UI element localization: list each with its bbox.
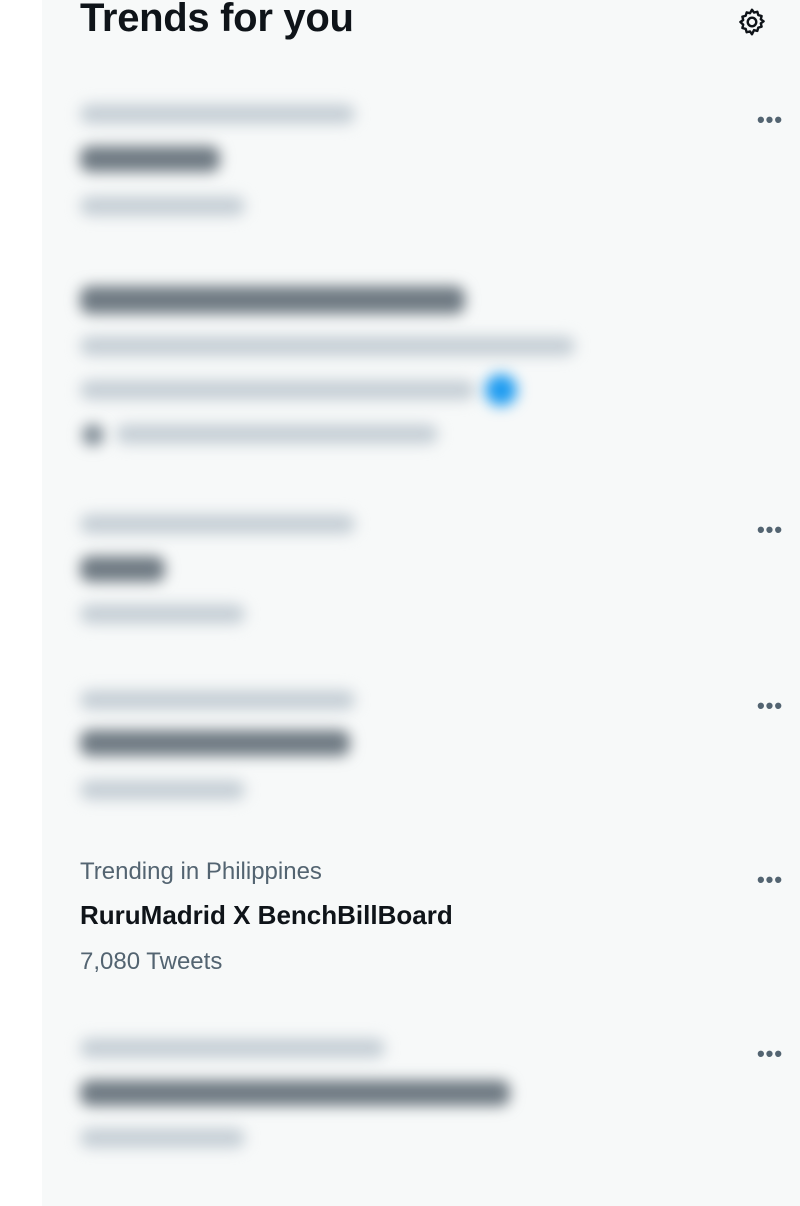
- blurred-promoted-badge: [82, 424, 104, 446]
- blurred-trend-meta: [80, 1038, 385, 1058]
- blurred-trend-title: [80, 146, 220, 172]
- more-options-button[interactable]: •••: [750, 694, 790, 718]
- blurred-trend-meta: [80, 514, 355, 534]
- trends-header: Trends for you: [80, 0, 765, 44]
- blurred-trend-count: [80, 604, 245, 624]
- blurred-promoted-line-2: [80, 380, 475, 400]
- blurred-trend-count: [80, 1128, 245, 1148]
- blurred-trend-meta: [80, 690, 355, 710]
- more-options-button[interactable]: •••: [750, 518, 790, 542]
- trend-item-ruru-madrid[interactable]: Trending in Philippines RuruMadrid X Ben…: [80, 854, 782, 984]
- trend-item-blurred-2[interactable]: •••: [80, 506, 782, 634]
- more-horizontal-icon: •••: [756, 693, 784, 718]
- more-horizontal-icon: •••: [756, 1041, 784, 1066]
- settings-button[interactable]: [732, 2, 772, 42]
- more-options-button[interactable]: •••: [750, 1042, 790, 1066]
- blurred-verified-badge: [485, 374, 517, 406]
- trend-tweet-count: 7,080 Tweets: [80, 948, 223, 975]
- blurred-trend-count: [80, 196, 245, 216]
- blurred-trend-count: [80, 780, 245, 800]
- gear-icon: [739, 8, 765, 36]
- more-horizontal-icon: •••: [756, 867, 784, 892]
- trend-item-blurred-promoted[interactable]: [80, 276, 760, 456]
- trend-location: Trending in Philippines: [80, 858, 322, 885]
- trend-item-blurred-3[interactable]: •••: [80, 682, 782, 810]
- blurred-trend-title: [80, 730, 350, 756]
- blurred-trend-title: [80, 556, 165, 582]
- more-options-button[interactable]: •••: [750, 108, 790, 132]
- more-horizontal-icon: •••: [756, 517, 784, 542]
- trend-title: RuruMadrid X BenchBillBoard: [80, 900, 453, 930]
- more-horizontal-icon: •••: [756, 107, 784, 132]
- blurred-promoted-by: [116, 424, 438, 444]
- blurred-trend-meta: [80, 104, 355, 124]
- blurred-trend-title: [80, 1080, 510, 1106]
- blurred-promoted-line-1: [80, 336, 575, 356]
- blurred-promoted-title: [80, 286, 465, 314]
- trends-panel: Trends for you ••• ••• ••• Trending in P…: [42, 0, 800, 1206]
- trends-title: Trends for you: [80, 0, 354, 40]
- trend-item-blurred-5[interactable]: •••: [80, 1032, 782, 1160]
- more-options-button[interactable]: •••: [750, 868, 790, 892]
- trend-item-blurred-1[interactable]: •••: [80, 96, 782, 224]
